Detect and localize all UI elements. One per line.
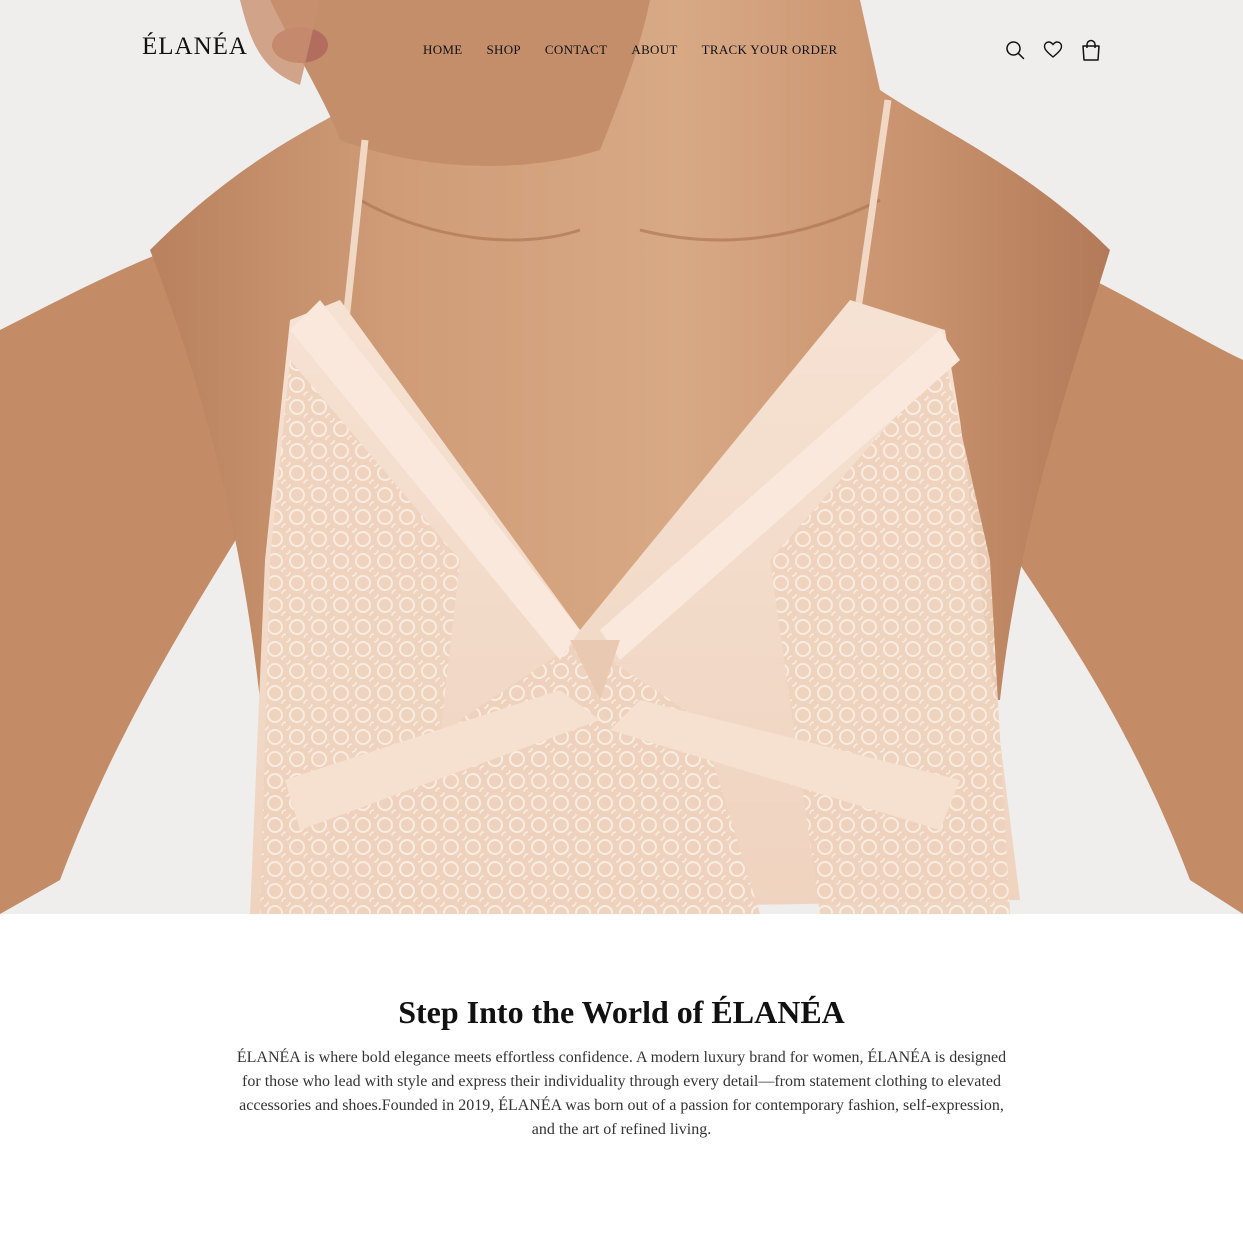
search-icon[interactable]: [1003, 38, 1027, 62]
about-intro-section: Step Into the World of ÉLANÉA ÉLANÉA is …: [0, 914, 1243, 1233]
nav-contact[interactable]: CONTACT: [545, 43, 607, 57]
hero-banner: [0, 0, 1243, 914]
site-header: ÉLANÉA HOME SHOP CONTACT ABOUT TRACK YOU…: [0, 0, 1243, 100]
nav-shop[interactable]: SHOP: [486, 43, 520, 57]
intro-title: Step Into the World of ÉLANÉA: [398, 994, 845, 1030]
shopping-bag-icon[interactable]: [1079, 38, 1103, 62]
intro-body: ÉLANÉA is where bold elegance meets effo…: [236, 1049, 1007, 1138]
nav-home[interactable]: HOME: [423, 43, 462, 57]
brand-logo[interactable]: ÉLANÉA: [142, 34, 248, 59]
header-icons: [1003, 38, 1103, 62]
main-nav: HOME SHOP CONTACT ABOUT TRACK YOUR ORDER: [423, 43, 837, 57]
nav-track-order[interactable]: TRACK YOUR ORDER: [702, 43, 838, 57]
heart-icon[interactable]: [1041, 38, 1065, 62]
hero-image: [0, 0, 1243, 914]
nav-about[interactable]: ABOUT: [631, 43, 677, 57]
